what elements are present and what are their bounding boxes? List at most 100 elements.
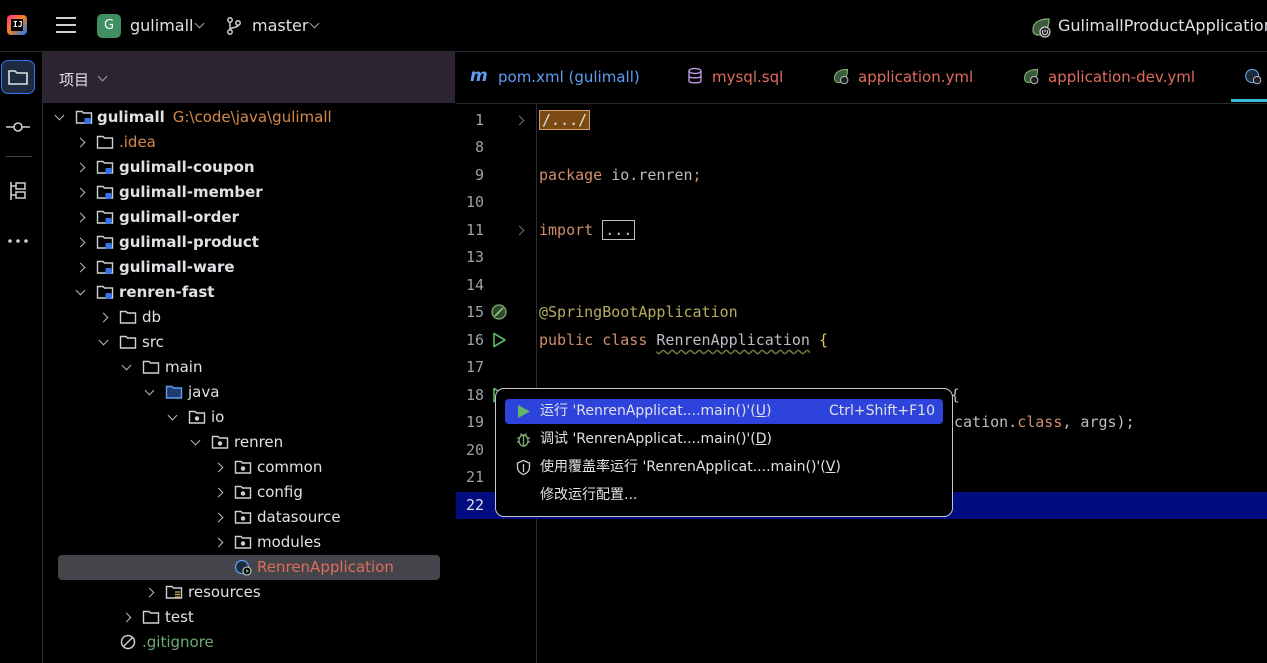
tree-expand-arrow[interactable] [167, 410, 178, 421]
git-branch-icon[interactable] [226, 17, 242, 35]
tree-expand-arrow[interactable] [213, 487, 224, 498]
tree-expand-arrow[interactable] [213, 537, 224, 548]
gitignore-icon [120, 634, 136, 650]
chevron-down-icon[interactable] [194, 18, 205, 29]
tree-item[interactable]: db [43, 305, 455, 330]
tree-item[interactable]: test [43, 605, 455, 630]
branch-name[interactable]: master [252, 16, 308, 35]
module-folder-icon [96, 285, 114, 299]
tree-expand-arrow[interactable] [75, 237, 86, 248]
tree-item[interactable]: .gitignore [43, 630, 455, 655]
code-line[interactable]: 16 public class RenrenApplication { [456, 327, 1267, 354]
tree-item[interactable]: RenrenApplication [43, 555, 455, 580]
code-line[interactable]: 13 [456, 244, 1267, 271]
tree-expand-arrow[interactable] [213, 462, 224, 473]
tree-item[interactable]: resources [43, 580, 455, 605]
coverage-main-menu-item[interactable]: 使用覆盖率运行 'RenrenApplicat....main()'(V) [505, 455, 943, 480]
folder-icon [119, 335, 137, 349]
tab-application-dev-yml[interactable]: application-dev.yml [1022, 52, 1195, 103]
code-area[interactable]: 1 /.../ 8 9 package io.renren; 10 11 imp… [456, 104, 1267, 663]
tree-expand-arrow[interactable] [75, 137, 86, 148]
editor: m pom.xml (gulimall) mysql.sql applicatio… [456, 52, 1267, 663]
fold-arrow-icon[interactable] [514, 225, 525, 236]
code-line[interactable]: 15 @SpringBootApplication [456, 299, 1267, 326]
tree-expand-arrow[interactable] [54, 110, 65, 121]
debug-main-menu-item[interactable]: 调试 'RenrenApplicat....main()'(D) [505, 427, 943, 452]
tree-item-label: src [142, 333, 164, 351]
code-line[interactable]: 9 package io.renren; [456, 162, 1267, 189]
spring-boot-class-icon [234, 559, 252, 576]
tree-item[interactable]: modules [43, 530, 455, 555]
structure-tool-button[interactable] [1, 174, 35, 208]
tree-item[interactable]: java [43, 380, 455, 405]
tree-expand-arrow[interactable] [213, 512, 224, 523]
tree-item[interactable]: gulimall-product [43, 230, 455, 255]
tree-expand-arrow[interactable] [121, 360, 132, 371]
tab-pom-xml[interactable]: m pom.xml (gulimall) [470, 52, 640, 103]
code-line[interactable]: 14 [456, 272, 1267, 299]
tree-expand-arrow[interactable] [190, 435, 201, 446]
tree-item[interactable]: renren-fast [43, 280, 455, 305]
tab-mysql-sql[interactable]: mysql.sql [686, 52, 783, 103]
tree-expand-arrow[interactable] [75, 212, 86, 223]
tree-expand-arrow[interactable] [98, 312, 109, 323]
tree-expand-arrow[interactable] [121, 612, 132, 623]
commit-tool-button[interactable] [1, 110, 35, 144]
tree-expand-arrow[interactable] [75, 162, 86, 173]
fold-arrow-icon[interactable] [514, 115, 525, 126]
more-tools-button[interactable] [1, 224, 35, 258]
active-tab-indicator [1231, 99, 1267, 102]
tree-item-label: gulimall-member [119, 183, 263, 201]
tree-item[interactable]: gulimall-coupon [43, 155, 455, 180]
tree-item[interactable]: gulimall-order [43, 205, 455, 230]
tab-renren-application[interactable] [1244, 52, 1267, 103]
tree-item-label: gulimall-ware [119, 258, 235, 276]
tree-item[interactable]: common [43, 455, 455, 480]
editor-tab-bar: m pom.xml (gulimall) mysql.sql applicatio… [456, 52, 1267, 104]
folded-imports[interactable]: ... [602, 220, 636, 240]
folded-region[interactable]: /.../ [539, 110, 591, 130]
tree-item[interactable]: io [43, 405, 455, 430]
tree-expand-arrow[interactable] [75, 285, 86, 296]
tree-item[interactable]: gulimall-ware [43, 255, 455, 280]
spring-boot-run-icon[interactable] [1030, 16, 1052, 38]
tree-root-gulimall[interactable]: gulimall G:\code\java\gulimall [43, 105, 455, 130]
tab-application-yml[interactable]: application.yml [832, 52, 973, 103]
project-name[interactable]: gulimall [130, 16, 193, 35]
tree-expand-arrow[interactable] [144, 587, 155, 598]
project-badge[interactable]: G [97, 14, 121, 38]
project-panel-title[interactable]: 项目 [59, 69, 89, 90]
tree-item[interactable]: datasource [43, 505, 455, 530]
tool-separator [6, 156, 32, 157]
tree-item[interactable]: main [43, 355, 455, 380]
tool-window-strip [0, 52, 43, 663]
tree-item[interactable]: .idea [43, 130, 455, 155]
tree-item[interactable]: src [43, 330, 455, 355]
tree-expand-arrow[interactable] [75, 187, 86, 198]
run-configuration-name[interactable]: GulimallProductApplication [1058, 16, 1267, 35]
maven-icon: m [470, 65, 488, 86]
tree-item-label: test [165, 608, 194, 626]
edit-run-config-menu-item[interactable]: 修改运行配置... [505, 483, 943, 508]
run-main-menu-item[interactable]: 运行 'RenrenApplicat....main()'(U) Ctrl+Sh… [505, 399, 943, 424]
main-menu-icon[interactable] [56, 17, 76, 33]
chevron-down-icon[interactable] [97, 71, 108, 82]
code-line[interactable]: 11 import ... [456, 217, 1267, 244]
code-line[interactable]: 10 [456, 189, 1267, 216]
run-gutter-icon[interactable] [490, 331, 508, 349]
project-tool-button[interactable] [1, 60, 35, 94]
tree-expand-arrow[interactable] [144, 385, 155, 396]
chevron-down-icon[interactable] [309, 18, 320, 29]
tree-item-label: io [211, 408, 225, 426]
project-panel-header: 项目 [43, 52, 455, 103]
tree-expand-arrow[interactable] [75, 262, 86, 273]
tree-item[interactable]: config [43, 480, 455, 505]
tree-expand-arrow[interactable] [98, 335, 109, 346]
tree-item[interactable]: gulimall-member [43, 180, 455, 205]
tree-item[interactable]: renren [43, 430, 455, 455]
code-line[interactable]: 8 [456, 134, 1267, 161]
code-line[interactable]: 17 [456, 354, 1267, 381]
intellij-logo-icon[interactable]: IJ [7, 15, 27, 35]
spring-bean-gutter-icon[interactable] [490, 303, 508, 321]
code-line[interactable]: 1 /.../ [456, 107, 1267, 134]
